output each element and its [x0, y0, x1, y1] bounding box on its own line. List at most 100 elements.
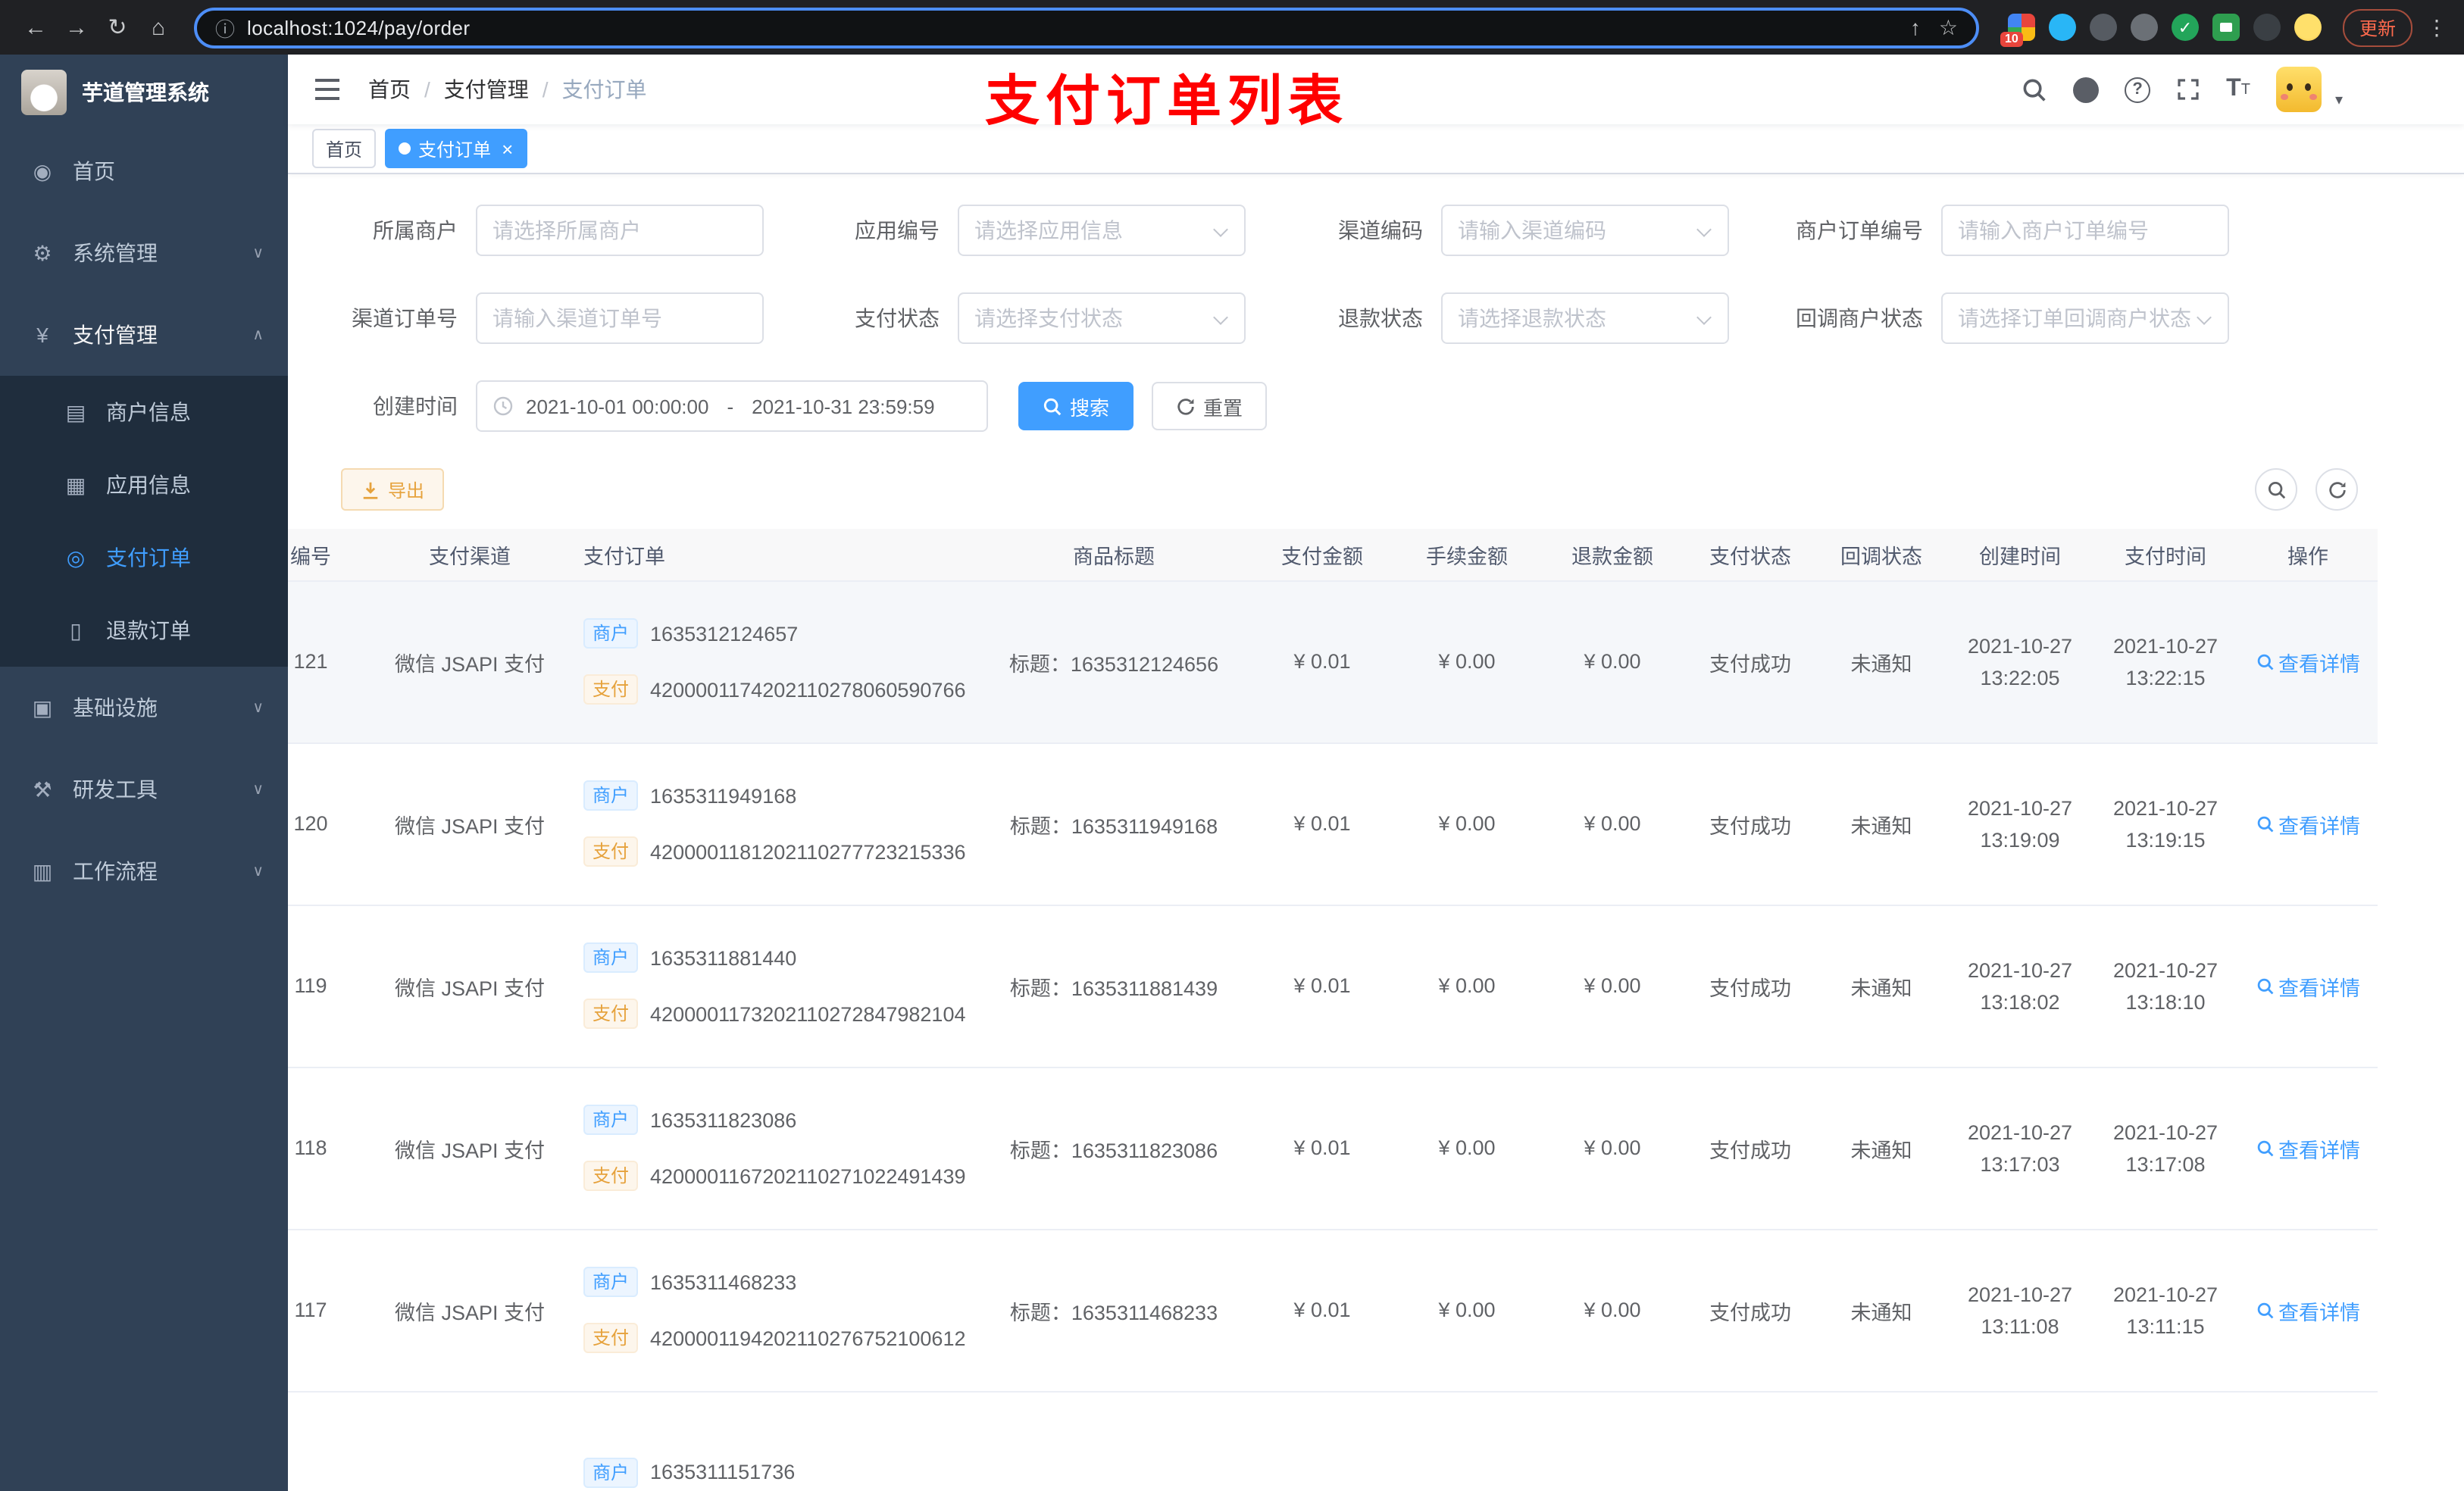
refund-amount: ¥ 0.00 [1584, 1136, 1641, 1159]
sidebar-item-label: 退款订单 [106, 618, 191, 642]
chevron-down-icon: ∨ [252, 245, 264, 261]
extension-drop-icon[interactable] [2048, 14, 2076, 41]
merchant-filter-input[interactable] [476, 205, 764, 256]
pay-channel: 微信 JSAPI 支付 [394, 1139, 545, 1161]
github-icon[interactable] [2073, 77, 2100, 102]
chevron-down-icon: ∨ [252, 781, 264, 798]
share-icon[interactable]: ↑ [1910, 15, 1921, 39]
pay-amount: ¥ 0.01 [1293, 812, 1351, 835]
bookmark-star-icon[interactable]: ☆ [1939, 14, 1958, 40]
sidebar-item-devtools[interactable]: ⚒ 研发工具 ∨ [0, 749, 288, 830]
fullscreen-icon[interactable] [2176, 77, 2200, 102]
filters-form: 所属商户 应用编号 [341, 205, 2464, 432]
close-tab-icon[interactable]: × [502, 137, 513, 160]
pay-time: 13:11:15 [2126, 1314, 2205, 1337]
logo-avatar [21, 70, 67, 115]
col-amount: 支付金额 [1250, 529, 1394, 581]
pay-status-filter-label: 支付状态 [855, 306, 940, 330]
col-order: 支付订单 [568, 529, 977, 581]
view-detail-link[interactable]: 查看详情 [2256, 808, 2360, 839]
pay-tag: 支付 [583, 1323, 639, 1353]
sidebar-item-system[interactable]: ⚙ 系统管理 ∨ [0, 212, 288, 294]
font-size-icon[interactable]: TT [2226, 76, 2250, 103]
pay-date: 2021-10-27 [2112, 1121, 2219, 1143]
notify-status: 未通知 [1850, 977, 1912, 999]
table-body: 121 微信 JSAPI 支付 商户 1635312124657 支付 4200… [288, 580, 2378, 1491]
browser-menu-icon[interactable]: ⋮ [2425, 14, 2449, 40]
create-time-range-picker[interactable]: 2021-10-01 00:00:00 - 2021-10-31 23:59:5… [476, 380, 988, 432]
product-title: 标题：1635311823086 [1009, 1139, 1218, 1161]
channel-order-no-filter-input[interactable] [476, 292, 764, 344]
merchant-order-no-filter-input[interactable] [1941, 205, 2229, 256]
sidebar-item-pay-order[interactable]: ◎ 支付订单 [0, 521, 288, 594]
search-icon[interactable] [2022, 77, 2047, 102]
extension-icon[interactable] [2089, 14, 2117, 41]
browser-update-button[interactable]: 更新 [2342, 8, 2412, 46]
pay-order-no: 4200001173202110272847982104 [650, 1002, 966, 1025]
sidebar-item-refund-order[interactable]: ▯ 退款订单 [0, 594, 288, 667]
refund-status-filter-select[interactable] [1441, 292, 1729, 344]
sidebar-toggle-icon[interactable] [314, 77, 341, 102]
download-icon [363, 481, 378, 499]
pay-status: 支付成功 [1709, 814, 1791, 837]
merchant-order-no-filter-label: 商户订单编号 [1796, 218, 1923, 242]
reload-icon[interactable]: ↻ [97, 14, 138, 41]
sidebar-item-workflow[interactable]: ▥ 工作流程 ∨ [0, 830, 288, 912]
url-bar[interactable]: ⓘ localhost:1024/pay/order ↑ ☆ [194, 7, 1979, 48]
channel-code-filter-select[interactable] [1441, 205, 1729, 256]
app-no-filter-label: 应用编号 [855, 218, 940, 242]
avatar-caret-icon[interactable]: ▾ [2335, 92, 2343, 108]
app-logo[interactable]: 芋道管理系统 [0, 55, 288, 130]
pay-status-filter-select[interactable] [958, 292, 1246, 344]
tab-pay-order[interactable]: 支付订单 × [385, 129, 527, 168]
extension-chat-icon[interactable] [2212, 14, 2240, 41]
sidebar-item-app-info[interactable]: ▦ 应用信息 [0, 449, 288, 521]
extension-puzzle-icon[interactable]: 10 [2000, 14, 2035, 47]
create-date: 2021-10-27 [1967, 958, 2073, 981]
sidebar-item-label: 支付管理 [73, 323, 158, 347]
merchant-order-no: 1635312124657 [650, 622, 799, 645]
tab-home[interactable]: 首页 [312, 129, 377, 168]
tools-icon: ⚒ [33, 777, 52, 801]
export-button[interactable]: 导出 [341, 468, 445, 511]
extension-avatar-icon[interactable] [2294, 14, 2322, 41]
order-id: 119 [294, 974, 327, 997]
search-icon [2256, 1139, 2273, 1156]
create-time: 13:19:09 [1980, 828, 2060, 851]
help-icon[interactable]: ? [2125, 77, 2151, 102]
forward-icon[interactable]: → [56, 14, 97, 40]
extension-icon[interactable] [2253, 14, 2281, 41]
search-icon [2256, 653, 2273, 670]
notify-status-filter-select[interactable] [1941, 292, 2229, 344]
back-icon[interactable]: ← [15, 14, 56, 40]
home-icon[interactable]: ⌂ [138, 14, 179, 40]
breadcrumb-home[interactable]: 首页 [368, 74, 411, 105]
orders-table-wrap: 编号 支付渠道 支付订单 商品标题 支付金额 手续金额 退款金额 支付状态 回调… [288, 529, 2464, 1491]
view-detail-link[interactable]: 查看详情 [2256, 1295, 2360, 1325]
merchant-order-no: 1635311881440 [650, 946, 797, 969]
refresh-table-button[interactable] [2315, 468, 2358, 511]
breadcrumb-payment[interactable]: 支付管理 [444, 74, 529, 105]
extension-icon[interactable] [2130, 14, 2158, 41]
view-detail-link[interactable]: 查看详情 [2256, 646, 2360, 677]
merchant-order-line: 商户 1635311949168 [583, 780, 971, 811]
sidebar-item-infra[interactable]: ▣ 基础设施 ∨ [0, 667, 288, 749]
col-pay-time: 支付时间 [2093, 529, 2238, 581]
view-detail-link[interactable]: 查看详情 [2256, 1133, 2360, 1163]
sidebar-item-payment[interactable]: ¥ 支付管理 ∧ [0, 294, 288, 376]
pay-order-line: 支付 4200001167202110271022491439 [583, 1161, 971, 1191]
toggle-search-button[interactable] [2255, 468, 2297, 511]
site-info-icon[interactable]: ⓘ [215, 13, 235, 42]
col-fee: 手续金额 [1394, 529, 1540, 581]
search-icon [1043, 397, 1062, 415]
user-avatar[interactable] [2275, 67, 2322, 112]
extension-check-icon[interactable]: ✓ [2171, 14, 2199, 41]
search-button[interactable]: 搜索 [1018, 382, 1134, 430]
reset-button[interactable]: 重置 [1152, 382, 1268, 430]
sidebar-item-merchant-info[interactable]: ▤ 商户信息 [0, 376, 288, 449]
view-detail-link[interactable]: 查看详情 [2256, 971, 2360, 1001]
product-title: 标题：1635312124656 [1008, 652, 1219, 675]
sidebar-item-home[interactable]: ◉ 首页 [0, 130, 288, 212]
merchant-tag: 商户 [583, 1105, 639, 1135]
app-no-filter-select[interactable] [958, 205, 1246, 256]
